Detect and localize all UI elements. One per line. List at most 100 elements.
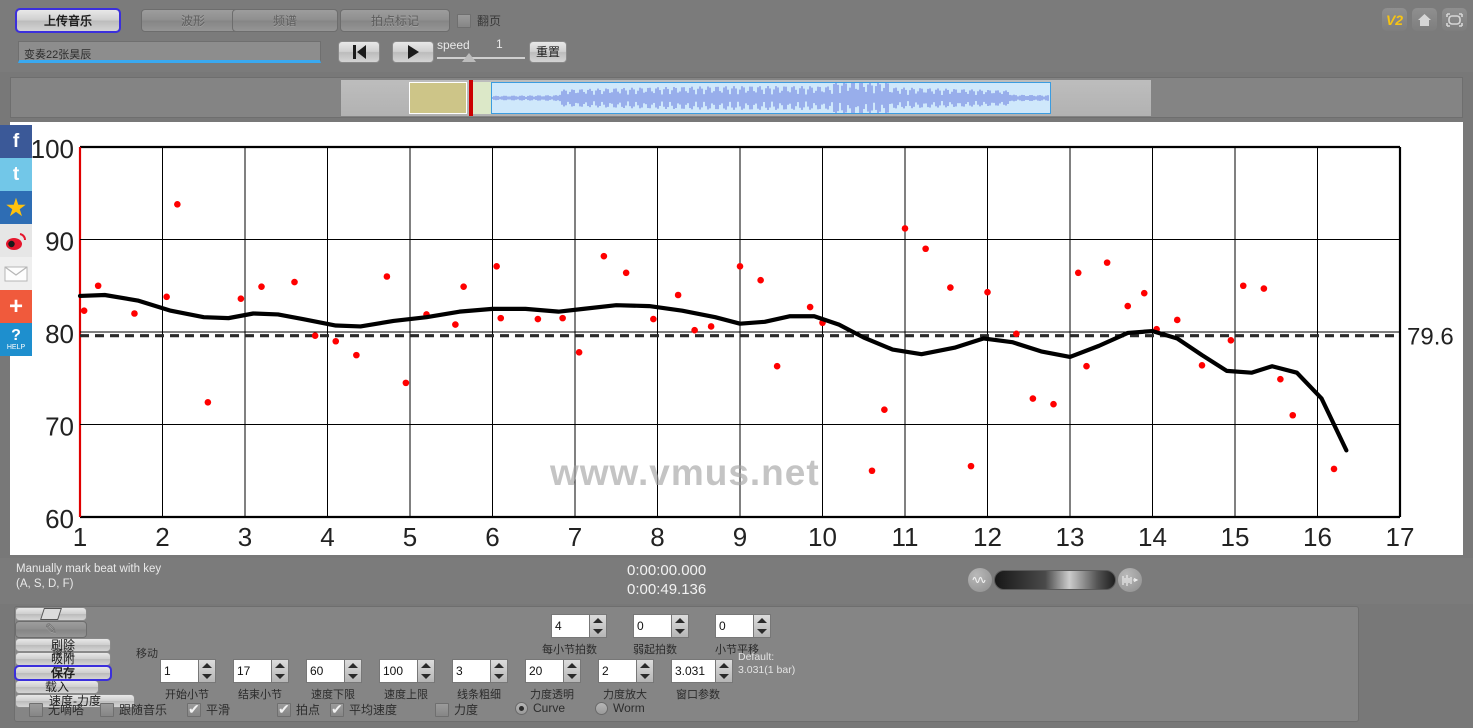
beats-per-bar-spinner[interactable]: 4 bbox=[551, 614, 607, 638]
speed-slider-track[interactable] bbox=[437, 57, 525, 59]
reset-button[interactable]: 重置 bbox=[529, 41, 567, 63]
worm-radio[interactable] bbox=[595, 701, 608, 715]
version-badge[interactable]: V2 bbox=[1382, 8, 1407, 31]
tempo-chart-panel[interactable]: 60 70 80 90 100 1 2 3 4 5 6 7 8 9 10 11 12 13 14 15 16 17 79.6… bbox=[10, 122, 1463, 555]
force-scale-spinner[interactable]: 2 bbox=[598, 659, 654, 683]
force-opacity-stepper[interactable] bbox=[563, 659, 581, 683]
window-param-spinner[interactable]: 3.031 bbox=[671, 659, 733, 683]
window-param-value[interactable]: 3.031 bbox=[671, 659, 715, 683]
svg-text:90: 90 bbox=[45, 227, 74, 257]
svg-text:5: 5 bbox=[403, 522, 417, 552]
svg-text:14: 14 bbox=[1138, 522, 1167, 552]
force-checkbox-group[interactable]: 力度 bbox=[435, 701, 478, 718]
page-flip-checkbox[interactable] bbox=[457, 13, 471, 28]
end-bar-value[interactable]: 17 bbox=[233, 659, 271, 683]
email-icon[interactable] bbox=[0, 257, 32, 290]
window-param-label: 窗口参数 bbox=[676, 689, 720, 701]
end-bar-spinner[interactable]: 17 bbox=[233, 659, 289, 683]
start-bar-stepper[interactable] bbox=[198, 659, 216, 683]
share-panel: 分享截图 Image sended to cloud 1643814792119… bbox=[1340, 606, 1460, 722]
weibo-icon[interactable] bbox=[0, 224, 32, 257]
page-flip-checkbox-group[interactable]: 翻页 bbox=[457, 12, 501, 29]
rewind-button[interactable] bbox=[338, 41, 380, 63]
waveform-overview[interactable] bbox=[10, 77, 1463, 118]
line-width-value[interactable]: 3 bbox=[452, 659, 490, 683]
force-checkbox[interactable] bbox=[435, 702, 449, 717]
speed-min-spinner[interactable]: 60 bbox=[306, 659, 362, 683]
window-param-stepper[interactable] bbox=[715, 659, 733, 683]
speed-min-value[interactable]: 60 bbox=[306, 659, 344, 683]
status-strip: Manually mark beat with key (A, S, D, F)… bbox=[0, 558, 1473, 604]
force-scale-value[interactable]: 2 bbox=[598, 659, 636, 683]
speed-max-stepper[interactable] bbox=[417, 659, 435, 683]
erase-tool-button[interactable] bbox=[15, 607, 87, 621]
fullscreen-icon[interactable] bbox=[1442, 8, 1467, 31]
tempo-chart-svg[interactable]: 607080901001 2 3 4 5 6 7 8 9 10 11 12 13 14 15 16 1779.6 bbox=[10, 122, 1463, 555]
waveform-selection-region[interactable] bbox=[409, 82, 467, 114]
end-bar-stepper[interactable] bbox=[271, 659, 289, 683]
pickup-beats-stepper[interactable] bbox=[671, 614, 689, 638]
beat-checkbox[interactable] bbox=[277, 701, 291, 717]
twitter-icon[interactable]: t bbox=[0, 158, 32, 191]
waveform-shape bbox=[492, 83, 1049, 113]
upload-music-button[interactable]: 上传音乐 bbox=[15, 8, 121, 33]
line-width-label: 线条粗细 bbox=[457, 689, 501, 701]
facebook-icon[interactable]: f bbox=[0, 125, 32, 158]
pickup-beats-spinner[interactable]: 0 bbox=[633, 614, 689, 638]
play-button[interactable] bbox=[392, 41, 434, 63]
line-width-spinner[interactable]: 3 bbox=[452, 659, 508, 683]
eraser-icon bbox=[40, 608, 62, 620]
start-bar-spinner[interactable]: 1 bbox=[160, 659, 216, 683]
waveform-playhead[interactable] bbox=[469, 80, 473, 116]
bar-shift-spinner[interactable]: 0 bbox=[715, 614, 771, 638]
smooth-checkbox-group[interactable]: 平滑 bbox=[187, 701, 230, 718]
no-tick-checkbox-group[interactable]: 无嘀嗒 bbox=[29, 701, 84, 718]
avg-speed-checkbox[interactable] bbox=[330, 701, 344, 717]
speed-max-spinner[interactable]: 100 bbox=[379, 659, 435, 683]
speed-slider-group[interactable]: speed 1 bbox=[437, 35, 527, 65]
force-opacity-value[interactable]: 20 bbox=[525, 659, 563, 683]
bottom-control-panel: 擦除 ✎ 移动 刷除 吸附 保存 载入 4 每小节拍数 0 弱起拍数 0 小节平… bbox=[14, 606, 1359, 722]
waveform-audio-region[interactable] bbox=[491, 82, 1051, 114]
beat-checkbox-group[interactable]: 拍点 bbox=[277, 701, 320, 718]
volume-low-icon[interactable] bbox=[968, 568, 992, 592]
smooth-checkbox[interactable] bbox=[187, 701, 201, 717]
force-opacity-spinner[interactable]: 20 bbox=[525, 659, 581, 683]
spectrum-button[interactable]: 频谱 bbox=[232, 9, 338, 32]
move-tool-button[interactable]: ✎ bbox=[15, 621, 87, 638]
volume-control[interactable] bbox=[968, 568, 1142, 592]
line-width-stepper[interactable] bbox=[490, 659, 508, 683]
start-bar-value[interactable]: 1 bbox=[160, 659, 198, 683]
load-button[interactable]: 载入 bbox=[15, 680, 99, 694]
bar-shift-value[interactable]: 0 bbox=[715, 614, 753, 638]
qzone-icon[interactable]: ★ bbox=[0, 191, 32, 224]
follow-music-checkbox[interactable] bbox=[100, 702, 114, 717]
avg-speed-checkbox-group[interactable]: 平均速度 bbox=[330, 701, 397, 718]
save-button[interactable]: 保存 bbox=[14, 665, 112, 681]
speed-min-stepper[interactable] bbox=[344, 659, 362, 683]
bar-shift-stepper[interactable] bbox=[753, 614, 771, 638]
pickup-beats-value[interactable]: 0 bbox=[633, 614, 671, 638]
speed-value: 1 bbox=[496, 37, 503, 51]
beat-marker-button[interactable]: 拍点标记 bbox=[340, 9, 450, 32]
help-icon[interactable]: ? HELP bbox=[0, 323, 32, 356]
follow-music-checkbox-group[interactable]: 跟随音乐 bbox=[100, 701, 167, 718]
share-plus-icon[interactable]: + bbox=[0, 290, 32, 323]
speed-max-value[interactable]: 100 bbox=[379, 659, 417, 683]
no-tick-checkbox[interactable] bbox=[29, 702, 43, 717]
worm-radio-group[interactable]: Worm bbox=[595, 701, 645, 715]
waveform-button[interactable]: 波形 bbox=[141, 9, 245, 32]
volume-high-icon[interactable] bbox=[1118, 568, 1142, 592]
song-title-input[interactable]: 变奏22张昊辰 bbox=[18, 41, 321, 63]
beats-per-bar-value[interactable]: 4 bbox=[551, 614, 589, 638]
home-icon[interactable] bbox=[1412, 8, 1437, 31]
beats-per-bar-stepper[interactable] bbox=[589, 614, 607, 638]
svg-text:7: 7 bbox=[568, 522, 582, 552]
speed-slider-thumb[interactable] bbox=[462, 53, 476, 62]
waveform-track[interactable] bbox=[341, 80, 1151, 116]
curve-radio-group[interactable]: Curve bbox=[515, 701, 565, 715]
curve-radio[interactable] bbox=[515, 701, 528, 715]
svg-text:100: 100 bbox=[31, 134, 74, 164]
volume-slider[interactable] bbox=[994, 570, 1116, 590]
force-scale-stepper[interactable] bbox=[636, 659, 654, 683]
